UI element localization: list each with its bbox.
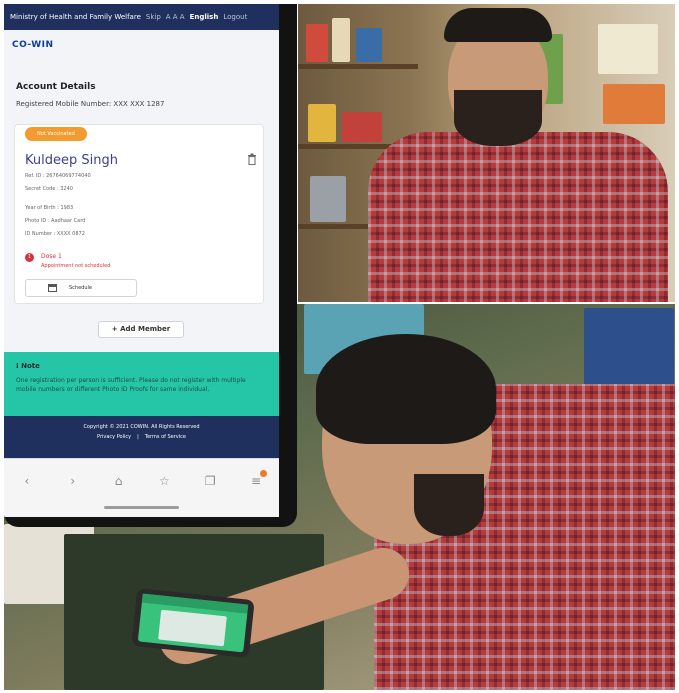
footer-links: Privacy Policy | Terms of Service — [4, 434, 279, 440]
delete-icon[interactable] — [247, 153, 257, 165]
forward-icon[interactable]: › — [64, 472, 82, 490]
note-box: ℹ Note One registration per person is su… — [4, 352, 279, 416]
dose-number-badge: 1 — [25, 253, 34, 262]
shelf-product — [332, 18, 350, 62]
schedule-button[interactable]: Schedule — [25, 279, 137, 297]
man-hair — [316, 334, 496, 444]
note-title-text: Note — [21, 362, 40, 370]
font-size-control[interactable]: A A A — [166, 13, 185, 21]
reference-id: Ref. ID : 26764069774040 — [25, 173, 91, 179]
footer-copyright: Copyright © 2021 COWIN. All Rights Reser… — [83, 424, 200, 430]
ministry-header-bar: Ministry of Health and Family Welfare Sk… — [4, 4, 279, 30]
photo-id-type: Photo ID : Aadhaar Card — [25, 218, 86, 224]
cowin-logo: CO-WIN — [12, 40, 54, 50]
logout-link[interactable]: Logout — [223, 13, 247, 21]
home-icon[interactable]: ⌂ — [110, 472, 128, 490]
man-beard — [414, 474, 484, 536]
account-details-title: Account Details — [16, 82, 96, 92]
man-hair — [444, 8, 552, 42]
shelf-product — [310, 176, 346, 222]
handheld-phone — [131, 587, 255, 659]
site-footer: Copyright © 2021 COWIN. All Rights Reser… — [4, 416, 279, 458]
vaccination-status-badge: Not Vaccinated — [25, 127, 87, 141]
ministry-name: Ministry of Health and Family Welfare — [10, 13, 141, 21]
note-text: One registration per person is sufficien… — [16, 377, 246, 393]
shelf-product — [308, 104, 336, 142]
home-indicator[interactable] — [104, 506, 179, 509]
menu-icon[interactable]: ≡ — [247, 470, 268, 490]
shelf-product — [342, 112, 382, 142]
footer-separator: | — [137, 434, 139, 440]
year-of-birth: Year of Birth : 1983 — [25, 205, 74, 211]
shopkeeper-portrait-photo — [298, 4, 675, 302]
secret-code: Secret Code : 3240 — [25, 186, 73, 192]
tabs-icon[interactable]: ❐ — [201, 472, 219, 490]
skip-link[interactable]: Skip — [146, 13, 161, 21]
cowin-phone-screenshot: Ministry of Health and Family Welfare Sk… — [4, 4, 297, 527]
note-title: ℹ Note — [16, 362, 40, 370]
beneficiary-card: Not Vaccinated Kuldeep Singh Ref. ID : 2… — [14, 124, 264, 304]
beneficiary-name: Kuldeep Singh — [25, 153, 118, 168]
language-selector[interactable]: English — [190, 13, 219, 21]
app-screen: CO-WIN Account Details Registered Mobile… — [4, 30, 279, 517]
shelf — [298, 64, 418, 69]
shelf-product — [598, 24, 658, 74]
back-icon[interactable]: ‹ — [18, 472, 36, 490]
notification-dot — [260, 470, 268, 477]
screen-panel — [158, 609, 227, 647]
schedule-label: Schedule — [69, 285, 92, 291]
dose-status: Appointment not scheduled — [41, 263, 111, 269]
add-member-button[interactable]: + Add Member — [98, 321, 184, 338]
man-beard — [454, 90, 542, 146]
shelf-product — [306, 24, 328, 62]
id-number: ID Number : XXXX 0872 — [25, 231, 85, 237]
terms-of-service-link[interactable]: Terms of Service — [145, 434, 186, 440]
registered-mobile-number: Registered Mobile Number: XXX XXX 1287 — [16, 100, 165, 108]
privacy-policy-link[interactable]: Privacy Policy — [97, 434, 131, 440]
shelf-product — [603, 84, 665, 124]
photo-collage: Ministry of Health and Family Welfare Sk… — [0, 0, 679, 693]
bookmark-star-icon[interactable]: ☆ — [155, 472, 173, 490]
handheld-phone-screen — [137, 593, 249, 653]
shelf-product — [356, 28, 382, 62]
menu-glyph: ≡ — [251, 474, 262, 488]
dose-label: Dose 1 — [41, 253, 62, 260]
calendar-icon — [48, 284, 57, 292]
plaid-shirt — [368, 132, 668, 302]
